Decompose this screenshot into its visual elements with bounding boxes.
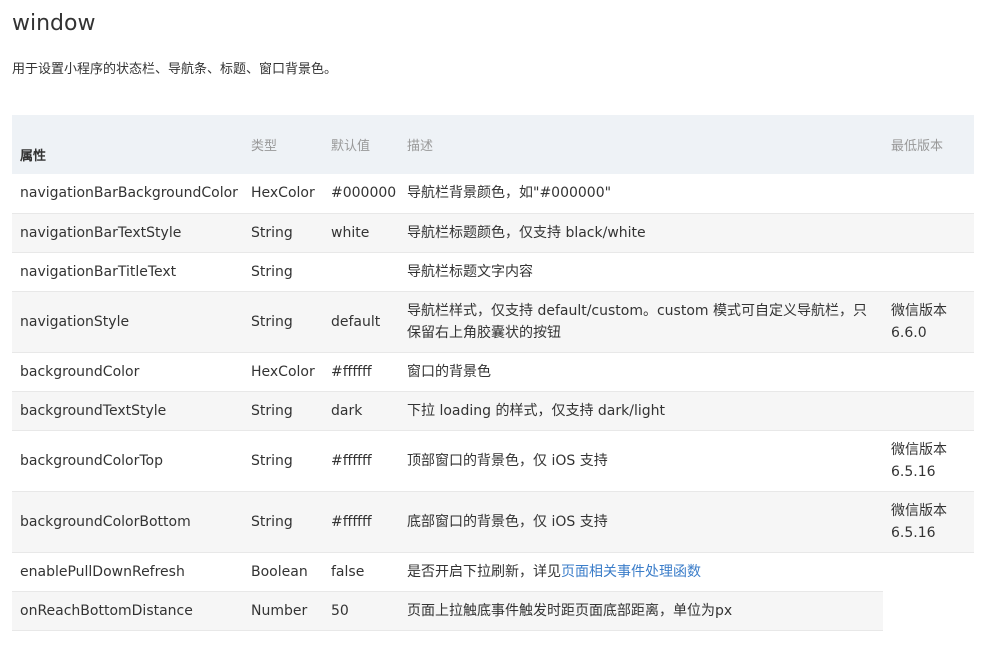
cell-default: #ffffff <box>323 491 399 553</box>
cell-name: navigationBarTextStyle <box>12 213 243 253</box>
column-header-description: 描述 <box>399 115 883 174</box>
table-row: enablePullDownRefresh Boolean false 是否开启… <box>12 552 974 592</box>
properties-table: 属性 类型 默认值 描述 最低版本 navigationBarBackgroun… <box>12 115 974 631</box>
cell-default: 50 <box>323 591 399 631</box>
cell-since <box>883 213 974 253</box>
cell-description: 底部窗口的背景色，仅 iOS 支持 <box>399 491 883 553</box>
cell-default: #ffffff <box>323 430 399 492</box>
cell-type: Number <box>243 591 323 631</box>
cell-default: white <box>323 213 399 253</box>
page-events-link[interactable]: 页面相关事件处理函数 <box>561 564 701 580</box>
description-text: 是否开启下拉刷新，详见 <box>407 563 561 580</box>
column-header-type: 类型 <box>243 115 323 174</box>
cell-default: #000000 <box>323 174 399 214</box>
cell-description: 导航栏标题颜色，仅支持 black/white <box>399 213 883 253</box>
table-row: backgroundColorBottom String #ffffff 底部窗… <box>12 491 974 553</box>
doc-page: window 用于设置小程序的状态栏、导航条、标题、窗口背景色。 属性 类型 默… <box>0 0 991 656</box>
cell-type: HexColor <box>243 174 323 214</box>
cell-type: String <box>243 491 323 553</box>
cell-name: navigationBarBackgroundColor <box>12 174 243 214</box>
cell-since: 微信版本 6.5.16 <box>883 430 974 492</box>
table-row: onReachBottomDistance Number 50 页面上拉触底事件… <box>12 591 974 631</box>
cell-description: 是否开启下拉刷新，详见页面相关事件处理函数 <box>399 552 883 592</box>
cell-type: String <box>243 391 323 431</box>
cell-type: HexColor <box>243 352 323 392</box>
cell-default: dark <box>323 391 399 431</box>
table-row: navigationBarTitleText String 导航栏标题文字内容 <box>12 252 974 292</box>
cell-name: backgroundColor <box>12 352 243 392</box>
cell-type: String <box>243 291 323 353</box>
cell-type: String <box>243 430 323 492</box>
table-row: navigationStyle String default 导航栏样式，仅支持… <box>12 291 974 353</box>
column-header-name: 属性 <box>12 115 243 174</box>
table-row: backgroundColor HexColor #ffffff 窗口的背景色 <box>12 352 974 392</box>
cell-since <box>883 391 974 431</box>
cell-name: navigationBarTitleText <box>12 252 243 292</box>
page-description: 用于设置小程序的状态栏、导航条、标题、窗口背景色。 <box>12 62 338 77</box>
cell-since: 微信版本 6.6.0 <box>883 291 974 353</box>
cell-description: 顶部窗口的背景色，仅 iOS 支持 <box>399 430 883 492</box>
cell-default: false <box>323 552 399 592</box>
table-header-row: 属性 类型 默认值 描述 最低版本 <box>12 115 974 174</box>
cell-type: Boolean <box>243 552 323 592</box>
table-row: navigationBarBackgroundColor HexColor #0… <box>12 174 974 214</box>
cell-since <box>883 174 974 214</box>
cell-name: backgroundColorTop <box>12 430 243 492</box>
cell-name: backgroundTextStyle <box>12 391 243 431</box>
cell-since <box>883 352 974 392</box>
cell-name: enablePullDownRefresh <box>12 552 243 592</box>
cell-type: String <box>243 213 323 253</box>
cell-name: navigationStyle <box>12 291 243 353</box>
column-header-default: 默认值 <box>323 115 399 174</box>
cell-description: 窗口的背景色 <box>399 352 883 392</box>
cell-default: default <box>323 291 399 353</box>
table-row: navigationBarTextStyle String white 导航栏标… <box>12 213 974 253</box>
column-header-since: 最低版本 <box>883 115 974 174</box>
cell-since: 微信版本 6.5.16 <box>883 491 974 553</box>
cell-since <box>883 252 974 292</box>
page-title: window <box>12 11 96 36</box>
cell-default: #ffffff <box>323 352 399 392</box>
table-row: backgroundTextStyle String dark 下拉 loadi… <box>12 391 974 431</box>
cell-since <box>883 591 974 630</box>
cell-description: 页面上拉触底事件触发时距页面底部距离，单位为px <box>399 591 883 631</box>
cell-description: 导航栏样式，仅支持 default/custom。custom 模式可自定义导航… <box>399 291 883 353</box>
cell-since <box>883 552 974 591</box>
table-row: backgroundColorTop String #ffffff 顶部窗口的背… <box>12 430 974 492</box>
cell-default <box>323 252 399 292</box>
cell-type: String <box>243 252 323 292</box>
cell-name: backgroundColorBottom <box>12 491 243 553</box>
cell-description: 导航栏标题文字内容 <box>399 252 883 292</box>
cell-description: 导航栏背景颜色，如"#000000" <box>399 174 883 214</box>
cell-description: 下拉 loading 的样式，仅支持 dark/light <box>399 391 883 431</box>
cell-name: onReachBottomDistance <box>12 591 243 631</box>
